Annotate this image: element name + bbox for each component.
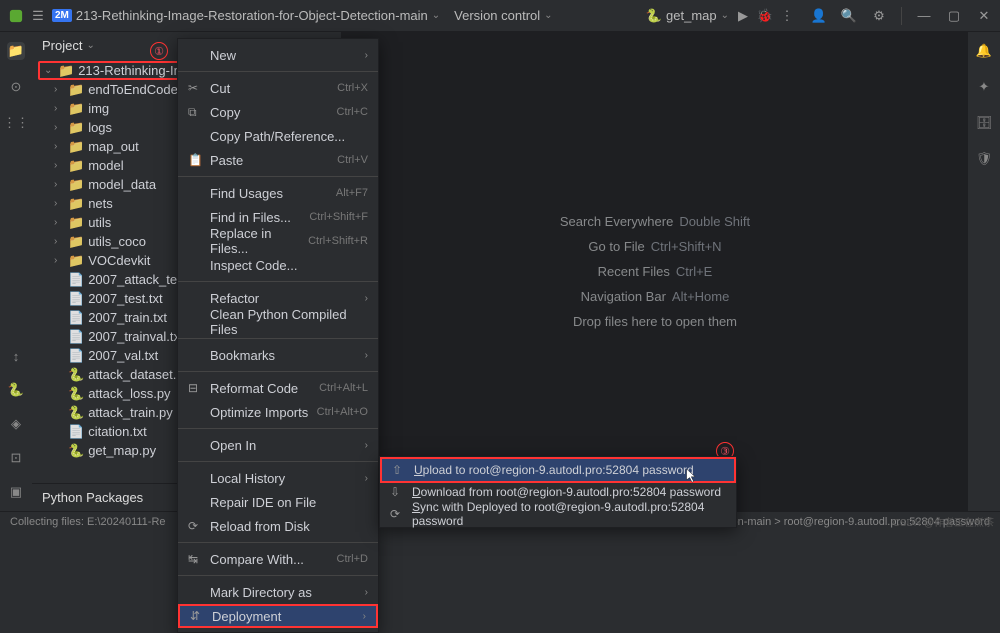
problems-icon[interactable]: ⊡ (7, 449, 25, 467)
more-icon[interactable]: ⋮ (779, 8, 795, 24)
left-toolbar: 📁 ⊙ ⋮⋮ ↕ 🐍 ◈ ⊡ ▣ (0, 32, 32, 511)
chevron-down-icon: ⌄ (544, 10, 552, 21)
code-with-me-icon[interactable]: 👤 (811, 8, 827, 24)
breadcrumb[interactable]: 2M 213-Rethinking-Image-Restoration-for-… (52, 8, 440, 23)
vcs-widget[interactable]: Version control ⌄ (454, 8, 552, 23)
menu-item[interactable]: ⊟Reformat CodeCtrl+Alt+L (178, 376, 378, 400)
menu-item[interactable]: Replace in Files...Ctrl+Shift+R (178, 229, 378, 253)
deployment-submenu: ⇧Upload to root@region-9.autodl.pro:5280… (379, 456, 737, 528)
mouse-cursor (685, 469, 699, 483)
menu-item[interactable]: Copy Path/Reference... (178, 124, 378, 148)
notifications-icon[interactable]: 🔔 (975, 42, 993, 60)
menu-item[interactable]: ⇵Deployment› (178, 604, 378, 628)
services-icon[interactable]: ◈ (7, 415, 25, 433)
menu-item[interactable]: ⧉CopyCtrl+C (178, 100, 378, 124)
structure-icon[interactable]: ⋮⋮ (7, 114, 25, 132)
top-toolbar: ☰ 2M 213-Rethinking-Image-Restoration-fo… (0, 0, 1000, 32)
ai-icon[interactable]: ✦ (975, 78, 993, 96)
menu-item[interactable]: Open In› (178, 433, 378, 457)
menu-item[interactable]: Local History› (178, 466, 378, 490)
editor-hint: Drop files here to open them (573, 314, 737, 329)
close-icon[interactable]: ✕ (976, 8, 992, 24)
menu-item[interactable]: Repair IDE on File (178, 490, 378, 514)
shield-alert-icon[interactable]: 🛡 (975, 150, 993, 168)
git-icon[interactable]: ↕ (7, 347, 25, 365)
menu-item[interactable]: Bookmarks› (178, 343, 378, 367)
menu-item[interactable]: New› (178, 43, 378, 67)
chevron-down-icon: ⌄ (721, 10, 729, 21)
status-left: Collecting files: E:\20240111-Re (10, 516, 166, 528)
divider (901, 7, 902, 25)
terminal-icon[interactable]: ▣ (7, 483, 25, 501)
minimize-icon[interactable]: — (916, 8, 932, 24)
menu-item[interactable]: ⟳Reload from Disk (178, 514, 378, 538)
main-menu-icon[interactable]: ☰ (30, 8, 46, 24)
chevron-down-icon: ⌄ (432, 10, 440, 21)
menu-item[interactable]: Find UsagesAlt+F7 (178, 181, 378, 205)
database-icon[interactable]: 🗄 (975, 114, 993, 132)
python-icon: 🐍 (646, 8, 662, 24)
menu-item[interactable]: Mark Directory as› (178, 580, 378, 604)
project-tool-icon[interactable]: 📁 (7, 42, 25, 60)
menu-item[interactable]: 📋PasteCtrl+V (178, 148, 378, 172)
gear-icon[interactable]: ⚙ (871, 8, 887, 24)
editor-hint: Go to FileCtrl+Shift+N (588, 239, 721, 254)
size-badge: 2M (52, 9, 72, 22)
app-icon (8, 8, 24, 24)
maximize-icon[interactable]: ▢ (946, 8, 962, 24)
menu-item[interactable]: Inspect Code... (178, 253, 378, 277)
search-icon[interactable]: 🔍 (841, 8, 857, 24)
menu-item[interactable]: Clean Python Compiled Files (178, 310, 378, 334)
editor-hint: Recent FilesCtrl+E (598, 264, 713, 279)
watermark: CSDN @作者正在煮茶 (893, 514, 994, 529)
run-config[interactable]: 🐍 get_map ⌄ (646, 8, 729, 24)
submenu-item[interactable]: ⇧Upload to root@region-9.autodl.pro:5280… (382, 459, 734, 481)
main-shell: 📁 ⊙ ⋮⋮ ↕ 🐍 ◈ ⊡ ▣ Project ⌄ ⌄📁213-Rethink… (0, 32, 1000, 511)
python-env-icon[interactable]: 🐍 (7, 381, 25, 399)
editor-hint: Search EverywhereDouble Shift (560, 214, 750, 229)
right-toolbar: 🔔 ✦ 🗄 🛡 (968, 32, 1000, 511)
run-icon[interactable]: ▶ (735, 8, 751, 24)
debug-icon[interactable]: 🐞 (757, 8, 773, 24)
context-menu: New› ✂CutCtrl+X⧉CopyCtrl+CCopy Path/Refer… (177, 38, 379, 633)
menu-item[interactable]: Optimize ImportsCtrl+Alt+O (178, 400, 378, 424)
editor-hint: Navigation BarAlt+Home (581, 289, 730, 304)
chevron-down-icon: ⌄ (86, 40, 94, 51)
menu-item[interactable]: ✂CutCtrl+X (178, 76, 378, 100)
submenu-item[interactable]: ⟳Sync with Deployed to root@region-9.aut… (380, 503, 736, 525)
menu-item[interactable]: ↹Compare With...Ctrl+D (178, 547, 378, 571)
editor-placeholder: Search EverywhereDouble Shift Go to FileC… (342, 32, 968, 511)
commit-icon[interactable]: ⊙ (7, 78, 25, 96)
annotation-1: ① (150, 42, 168, 60)
project-name: 213-Rethinking-Image-Restoration-for-Obj… (76, 8, 428, 23)
